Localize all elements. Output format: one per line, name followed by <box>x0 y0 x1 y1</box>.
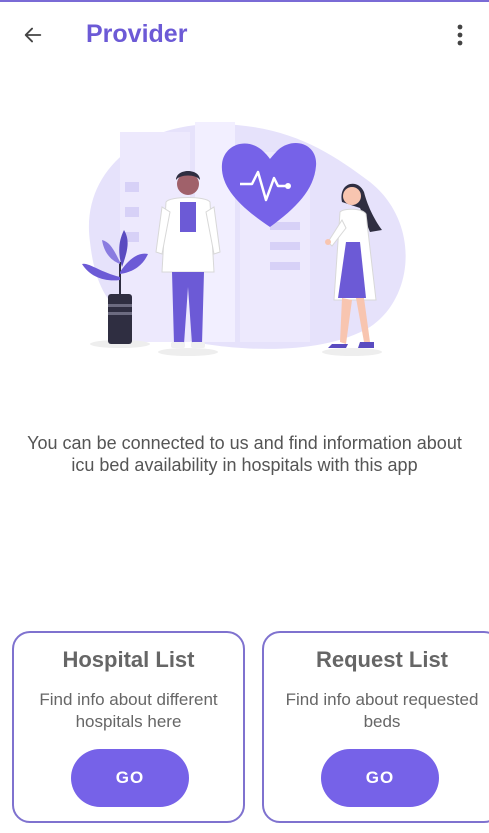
hospital-list-go-button[interactable]: GO <box>71 749 189 807</box>
request-list-go-button[interactable]: GO <box>321 749 439 807</box>
hospital-list-card: Hospital List Find info about different … <box>12 631 245 823</box>
card-title: Request List <box>315 647 449 672</box>
app-bar: Provider <box>0 0 489 72</box>
page-title: Provider <box>86 20 188 48</box>
card-description: Find info about requested beds <box>285 690 479 731</box>
doctors-illustration <box>82 122 406 356</box>
back-button[interactable] <box>16 18 50 52</box>
card-description: Find info about different hospitals here <box>39 690 218 731</box>
more-vert-icon <box>457 24 463 46</box>
arrow-left-icon <box>24 27 42 43</box>
request-list-card: Request List Find info about requested b… <box>262 631 489 823</box>
description-text: You can be connected to us and find info… <box>27 433 462 475</box>
overflow-menu-button[interactable] <box>447 20 473 50</box>
card-title: Hospital List <box>62 647 195 672</box>
